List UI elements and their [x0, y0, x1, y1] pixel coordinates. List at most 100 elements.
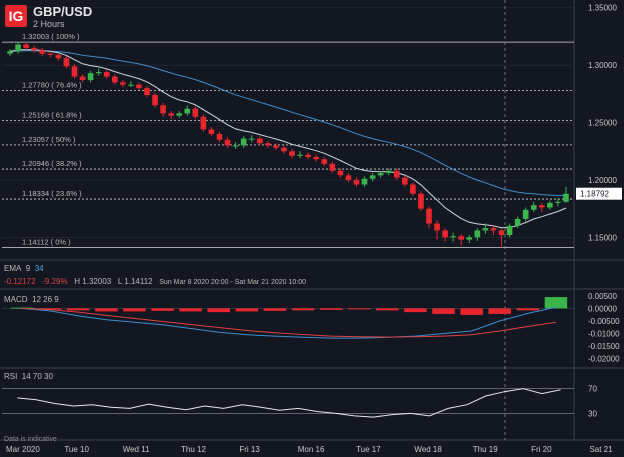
macd-histogram-bar: [291, 308, 315, 311]
candle-body: [410, 184, 416, 194]
candle-body: [442, 230, 448, 238]
candle-body: [506, 225, 513, 236]
candle-body: [39, 50, 46, 54]
candle-body: [71, 66, 78, 77]
candle-body: [563, 193, 569, 202]
ema-period-fast: 9: [25, 264, 31, 273]
candle-body: [281, 147, 287, 152]
time-axis-label: Tue 17: [356, 445, 381, 454]
fib-level-label: 1.14112 ( 0% ): [22, 238, 71, 247]
chart-canvas: 1.35000 1.30000 1.25000 1.20000 1.15000 1.320…: [0, 0, 624, 454]
candle-body: [434, 223, 440, 231]
chart-root: 1.35000 1.30000 1.25000 1.20000 1.15000 1.320…: [0, 0, 624, 457]
fib-level-label: 1.23057 ( 50% ): [22, 135, 76, 144]
candle-body: [393, 170, 400, 178]
macd-histogram-bar: [235, 308, 259, 312]
rsi-axis-label: 70: [588, 385, 597, 394]
candle-body: [79, 76, 86, 81]
candle-body: [498, 230, 505, 236]
candle-body: [482, 228, 489, 231]
candle-body: [160, 105, 166, 114]
candle-body: [224, 139, 231, 146]
price-axis-label: 1.15000: [588, 233, 617, 242]
macd-histogram-bar: [95, 308, 118, 312]
rsi-line: [17, 388, 561, 418]
candle-body: [265, 143, 271, 146]
current-price-value: 1.18792: [580, 190, 609, 199]
candle-body: [63, 58, 70, 67]
data-indicative-note: Data is indicative: [4, 436, 57, 443]
macd-histogram-bar: [123, 308, 146, 312]
macd-histogram-bar: [544, 297, 568, 309]
ema-line: [9, 50, 567, 197]
candle-body: [305, 154, 311, 157]
rsi-params: 14 70 30: [21, 372, 53, 381]
macd-axis-label: 0.00500: [588, 292, 617, 301]
candle-body: [273, 145, 279, 148]
candle-body: [530, 205, 537, 210]
candle-body: [248, 138, 255, 140]
candle-body: [208, 129, 215, 135]
macd-info: MACD 12 26 9: [4, 295, 59, 304]
candle-body: [450, 236, 456, 238]
candle-body: [216, 134, 223, 140]
candle-body: [15, 44, 21, 52]
candle-body: [426, 208, 432, 224]
candle-body: [136, 84, 142, 89]
candle-body: [7, 51, 13, 54]
candle-body: [120, 82, 126, 85]
candle-body: [87, 73, 94, 81]
candle-body: [321, 159, 328, 164]
price-axis-label: 1.20000: [588, 176, 617, 185]
time-axis-label: Fri 20: [531, 445, 552, 454]
candle-body: [240, 138, 247, 146]
low-value: L 1.14112: [117, 277, 153, 286]
macd-histogram-bar: [460, 308, 483, 315]
candle-body: [474, 230, 481, 238]
macd-name: MACD: [4, 295, 28, 304]
rsi-name: RSI: [4, 372, 18, 381]
candle-body: [418, 193, 424, 209]
candle-body: [23, 44, 29, 48]
macd-histogram-bar: [376, 308, 399, 311]
candle-body: [329, 163, 336, 171]
macd-params: 12 26 9: [32, 295, 59, 304]
macd-histogram-bar: [488, 308, 511, 314]
change-percent: -9.29%: [42, 277, 68, 286]
macd-histogram-bar: [404, 308, 427, 313]
time-axis-label: Sat 21: [589, 445, 613, 454]
candle-body: [55, 54, 62, 59]
time-axis-label: Wed 11: [123, 445, 150, 454]
candle-body: [353, 179, 360, 185]
candle-body: [402, 177, 408, 185]
symbol-title: GBP/USD: [33, 4, 93, 19]
macd-axis-label: -0.02000: [588, 355, 620, 364]
candle-body: [538, 205, 545, 208]
fib-level-label: 1.18334 ( 23.6% ): [22, 189, 82, 198]
candle-body: [547, 202, 553, 208]
ema-name: EMA: [4, 264, 22, 273]
fib-level-label: 1.27780 ( 76.4% ): [22, 81, 82, 90]
rsi-info: RSI 14 70 30: [4, 372, 53, 381]
macd-histogram-bar: [151, 308, 174, 311]
range-info: -0.12172 -9.29% H 1.32003 L 1.14112 Sun …: [4, 277, 306, 286]
candle-body: [111, 76, 118, 83]
time-axis-label: Tue 10: [64, 445, 89, 454]
time-axis-label: Fri 13: [239, 445, 260, 454]
candle-body: [256, 138, 263, 144]
candle-body: [555, 201, 561, 203]
candle-body: [522, 209, 529, 219]
candle-body: [490, 228, 497, 231]
macd-histogram-bar: [263, 308, 287, 311]
candle-body: [466, 237, 473, 240]
candle-body: [232, 145, 239, 147]
macd-histogram-bar: [179, 308, 202, 312]
candle-body: [31, 47, 38, 51]
ema-period-slow: 34: [34, 264, 44, 273]
timeframe-label: 2 Hours: [33, 19, 65, 29]
fib-level-label: 1.20946 ( 38.2% ): [22, 159, 82, 168]
candle-body: [369, 175, 376, 179]
candle-body: [103, 72, 110, 77]
candle-body: [313, 156, 320, 160]
candle-body: [385, 170, 392, 174]
